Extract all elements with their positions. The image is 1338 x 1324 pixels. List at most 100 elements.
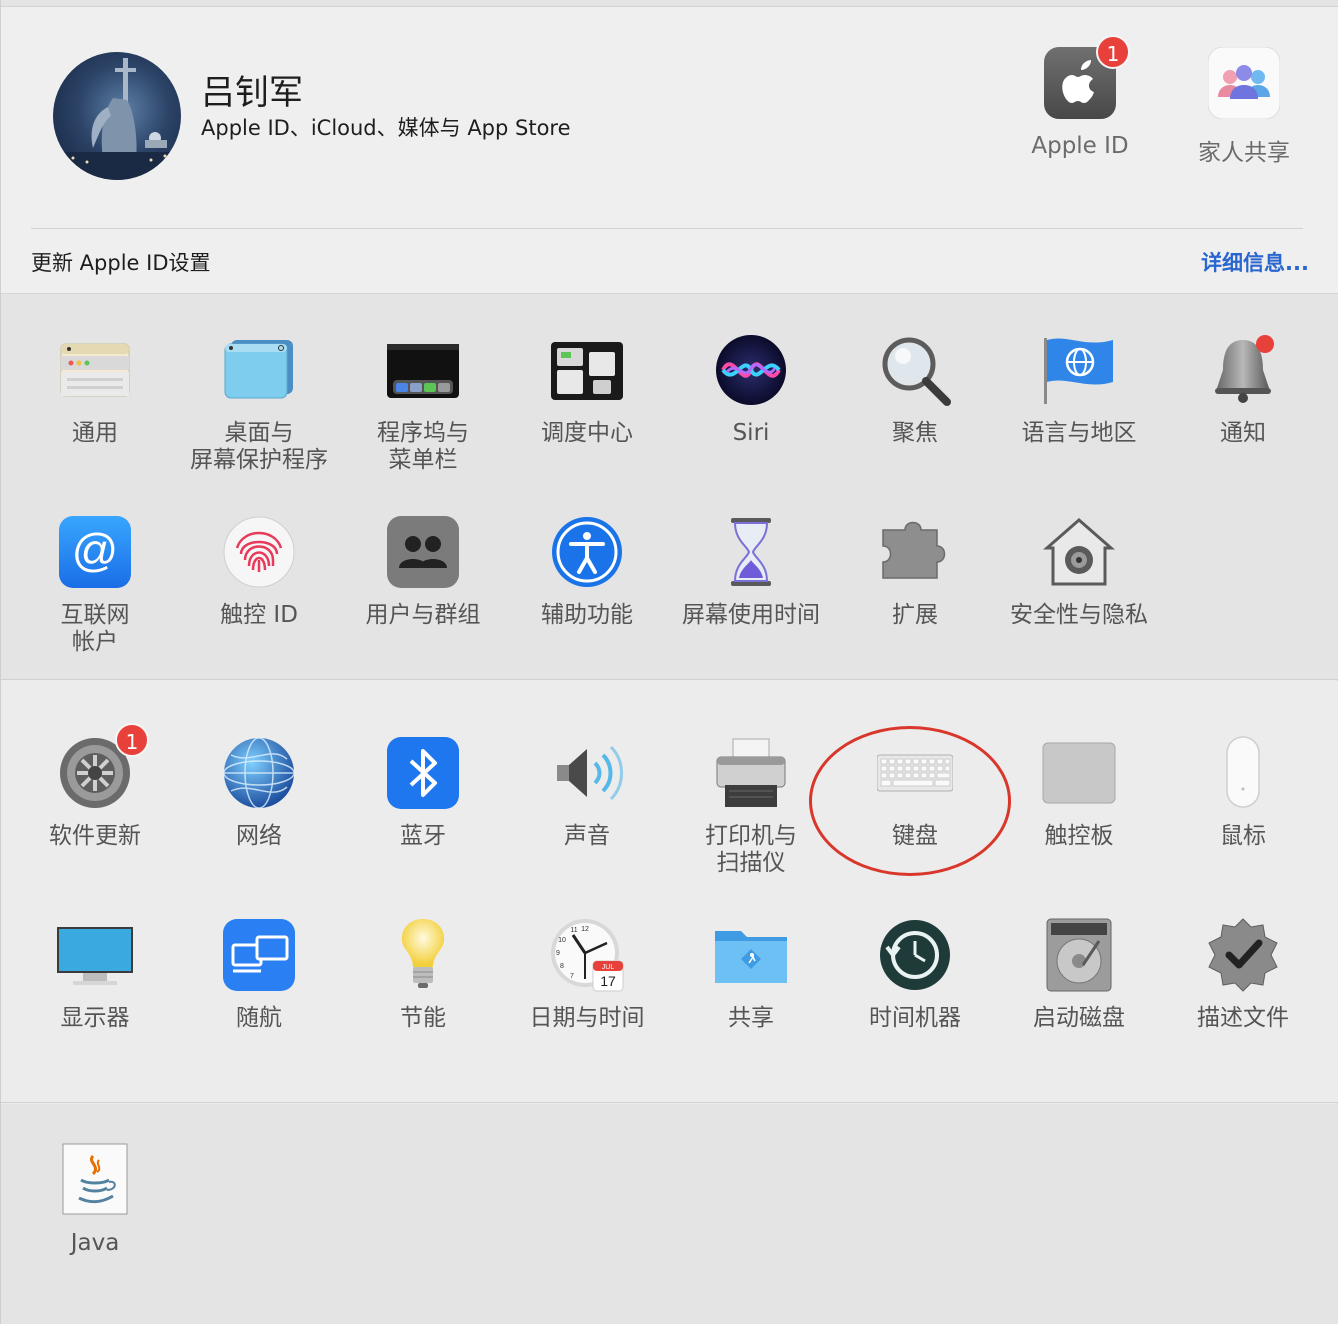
pref-mission-control[interactable]: 调度中心 bbox=[505, 332, 669, 447]
apple-id-label: Apple ID bbox=[1031, 133, 1129, 159]
pref-software-update[interactable]: 1 软件更新 bbox=[13, 723, 177, 850]
personal-prefs-section: 通用 桌面与 屏幕保护程序 程序坞与 菜单栏 调度中心 Siri 聚焦 语言与地… bbox=[1, 294, 1338, 680]
icon-box bbox=[877, 514, 953, 590]
icon-box bbox=[385, 917, 461, 993]
pref-sharing[interactable]: 共享 bbox=[669, 917, 833, 1032]
mouse-icon bbox=[1226, 736, 1260, 808]
pref-label: 键盘 bbox=[892, 823, 938, 849]
pref-sidecar[interactable]: 随航 bbox=[177, 917, 341, 1032]
details-link[interactable]: 详细信息... bbox=[1201, 247, 1309, 277]
pref-label: 程序坞与 菜单栏 bbox=[377, 420, 469, 473]
header-divider bbox=[31, 228, 1303, 229]
pref-startup-disk[interactable]: 启动磁盘 bbox=[997, 917, 1161, 1032]
accessibility-icon bbox=[552, 517, 622, 587]
svg-text:10: 10 bbox=[558, 937, 566, 944]
pref-desktop-screensaver[interactable]: 桌面与 屏幕保护程序 bbox=[177, 332, 341, 474]
siri-icon bbox=[716, 335, 786, 405]
pref-siri[interactable]: Siri bbox=[669, 332, 833, 447]
pref-energy-saver[interactable]: 节能 bbox=[341, 917, 505, 1032]
pref-security-privacy[interactable]: 安全性与隐私 bbox=[997, 514, 1161, 629]
family-sharing-tile[interactable]: 家人共享 bbox=[1169, 46, 1319, 167]
pref-date-time[interactable]: 12 10 9 8 7 11 JUL 17 日期与时间 bbox=[505, 917, 669, 1032]
icon-box bbox=[1041, 917, 1117, 993]
pref-label: 桌面与 屏幕保护程序 bbox=[190, 420, 328, 473]
desktop-icon bbox=[224, 340, 293, 399]
pref-label: 蓝牙 bbox=[400, 823, 446, 849]
apple-id-tile[interactable]: 1 Apple ID bbox=[1005, 35, 1155, 159]
pref-accessibility[interactable]: 辅助功能 bbox=[505, 514, 669, 629]
pref-keyboard[interactable]: 键盘 bbox=[833, 735, 997, 850]
speaker-icon bbox=[557, 745, 623, 801]
other-prefs-section: Java bbox=[1, 1104, 1338, 1324]
user-name: 吕钊军 bbox=[201, 73, 303, 113]
svg-text:9: 9 bbox=[556, 950, 560, 957]
pref-touch-id[interactable]: 触控 ID bbox=[177, 514, 341, 629]
icon-box bbox=[57, 917, 133, 993]
globe-icon bbox=[223, 737, 295, 809]
pref-notifications[interactable]: 通知 bbox=[1161, 332, 1325, 447]
pref-language-region[interactable]: 语言与地区 bbox=[997, 332, 1161, 447]
pref-displays[interactable]: 显示器 bbox=[13, 917, 177, 1032]
bell-icon bbox=[1215, 335, 1274, 403]
pref-java[interactable]: Java bbox=[13, 1142, 177, 1257]
icon-box bbox=[1205, 735, 1281, 811]
sidecar-icon bbox=[223, 919, 295, 991]
pref-label: 辅助功能 bbox=[541, 602, 633, 628]
icon-box bbox=[1041, 735, 1117, 811]
pref-label: 触控板 bbox=[1044, 823, 1114, 849]
hourglass-icon bbox=[731, 518, 771, 586]
icon-box bbox=[713, 735, 789, 811]
pref-trackpad[interactable]: 触控板 bbox=[997, 735, 1161, 850]
pref-label: 随航 bbox=[236, 1005, 282, 1031]
pref-label: 安全性与隐私 bbox=[1010, 602, 1148, 628]
apple-id-icon-box: 1 bbox=[1044, 35, 1130, 119]
pref-label: 鼠标 bbox=[1220, 823, 1266, 849]
icon-box bbox=[549, 514, 625, 590]
pref-mouse[interactable]: 鼠标 bbox=[1161, 735, 1325, 850]
at-sign-icon: @ bbox=[59, 516, 131, 588]
time-machine-icon bbox=[880, 920, 950, 990]
pref-profiles[interactable]: 描述文件 bbox=[1161, 917, 1325, 1032]
icon-box bbox=[57, 332, 133, 408]
pref-internet-accounts[interactable]: @ 互联网 帐户 bbox=[13, 514, 177, 656]
svg-text:@: @ bbox=[72, 524, 119, 576]
pref-users-groups[interactable]: 用户与群组 bbox=[341, 514, 505, 629]
icon-box bbox=[57, 1142, 133, 1218]
icon-box bbox=[713, 514, 789, 590]
pref-label: 聚焦 bbox=[892, 420, 938, 446]
pref-time-machine[interactable]: 时间机器 bbox=[833, 917, 997, 1032]
pref-sound[interactable]: 声音 bbox=[505, 735, 669, 850]
trackpad-icon bbox=[1042, 742, 1116, 804]
pref-label: 通知 bbox=[1220, 420, 1266, 446]
avatar[interactable] bbox=[53, 52, 181, 180]
icon-box: 1 bbox=[57, 723, 149, 811]
icon-box bbox=[1205, 917, 1281, 993]
software-update-badge: 1 bbox=[115, 723, 149, 757]
icon-box: 12 10 9 8 7 11 JUL 17 bbox=[549, 917, 625, 993]
pref-screen-time[interactable]: 屏幕使用时间 bbox=[669, 514, 833, 629]
pref-general[interactable]: 通用 bbox=[13, 332, 177, 447]
pref-network[interactable]: 网络 bbox=[177, 735, 341, 850]
icon-box bbox=[1041, 332, 1117, 408]
pref-printers-scanners[interactable]: 打印机与 扫描仪 bbox=[669, 735, 833, 877]
spotlight-icon bbox=[882, 337, 951, 406]
pref-spotlight[interactable]: 聚焦 bbox=[833, 332, 997, 447]
pref-label: Java bbox=[70, 1230, 120, 1256]
pref-label: 通用 bbox=[72, 420, 118, 446]
icon-box bbox=[221, 735, 297, 811]
svg-text:11: 11 bbox=[570, 927, 577, 934]
avatar-photo bbox=[53, 58, 181, 180]
general-icon bbox=[60, 343, 130, 397]
pref-label: 描述文件 bbox=[1197, 1005, 1289, 1031]
pref-label: 显示器 bbox=[60, 1005, 130, 1031]
icon-box bbox=[549, 332, 625, 408]
pref-extensions[interactable]: 扩展 bbox=[833, 514, 997, 629]
pref-bluetooth[interactable]: 蓝牙 bbox=[341, 735, 505, 850]
check-badge-icon bbox=[1208, 918, 1278, 992]
icon-box bbox=[713, 332, 789, 408]
icon-box bbox=[385, 332, 461, 408]
pref-dock-menubar[interactable]: 程序坞与 菜单栏 bbox=[341, 332, 505, 474]
family-icon-box bbox=[1207, 46, 1281, 120]
account-subtitle: Apple ID、iCloud、媒体与 App Store bbox=[201, 116, 571, 140]
pref-label: 节能 bbox=[400, 1005, 446, 1031]
